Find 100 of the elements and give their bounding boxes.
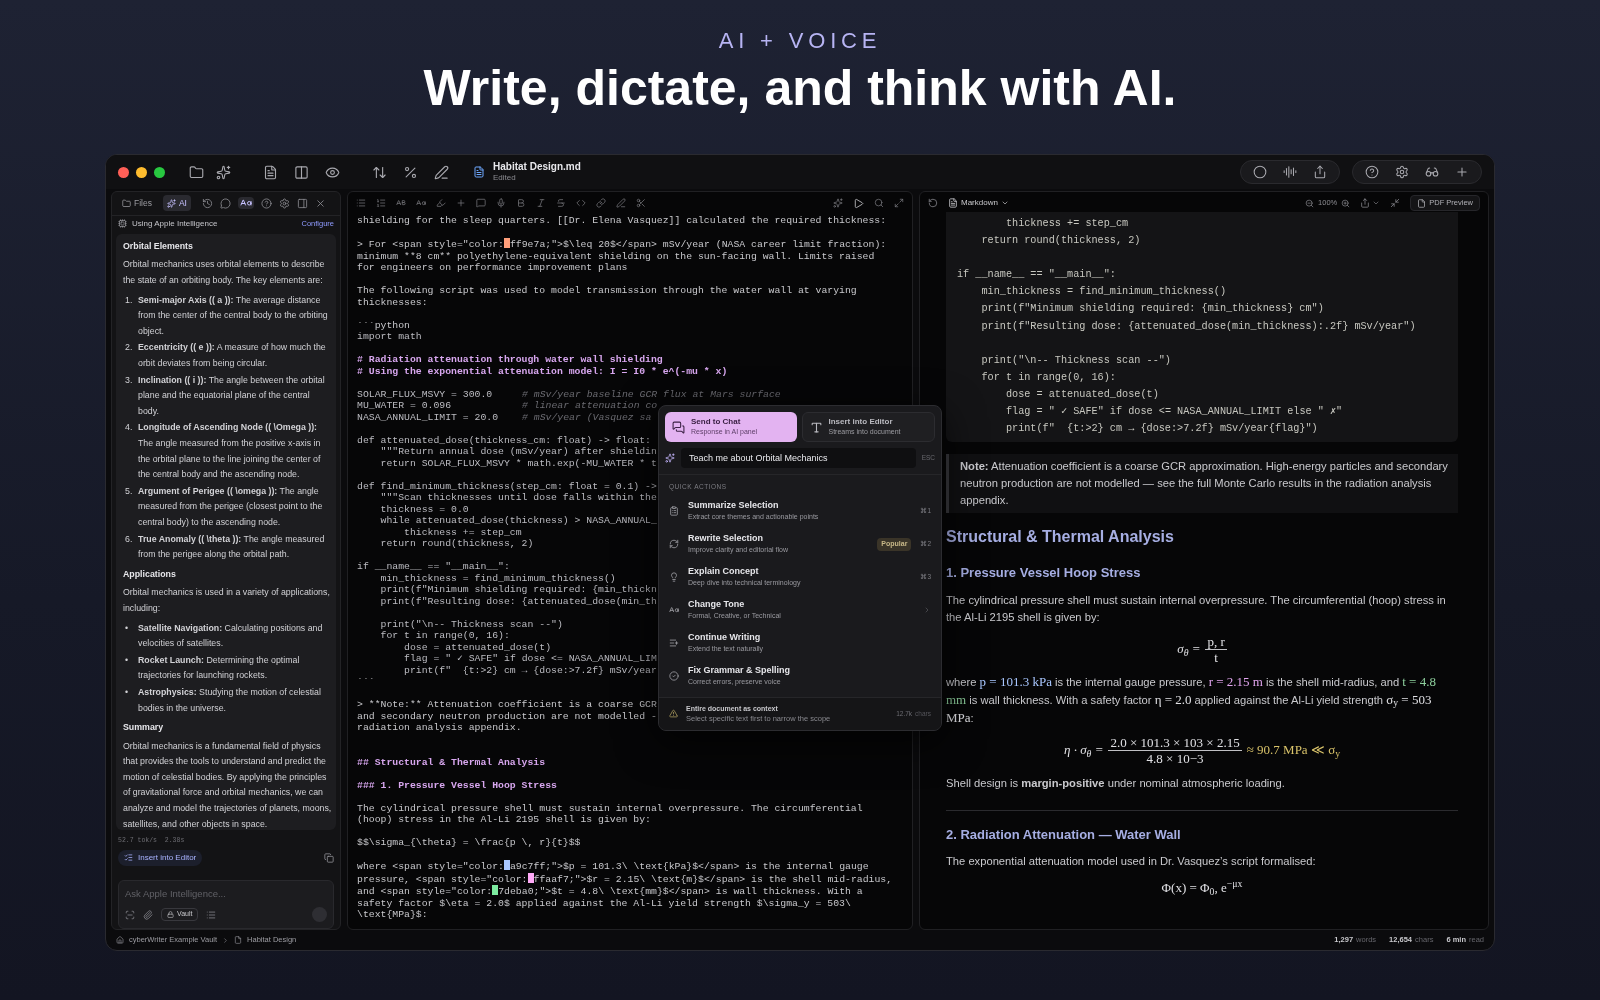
- list-marker: •: [125, 685, 130, 699]
- paperclip-icon[interactable]: [143, 909, 153, 920]
- link-icon[interactable]: [596, 198, 606, 208]
- list-item-text: Astrophysics: Studying the motion of celestial bodies in the universe.: [138, 685, 322, 715]
- share-icon[interactable]: [1313, 165, 1327, 179]
- code-line: def attenuated_dose(thickness_cm: float) -> float:: [357, 434, 651, 446]
- highlighter-icon[interactable]: [436, 198, 446, 208]
- comment-icon[interactable]: [476, 198, 486, 208]
- preview-paragraph: The exponential attenuation model used in Dr. Vasquez’s script formalised:: [946, 854, 1317, 870]
- plus-icon[interactable]: [1455, 165, 1469, 179]
- italic-icon[interactable]: [536, 198, 546, 208]
- eye-icon[interactable]: [325, 164, 340, 180]
- play-icon[interactable]: [853, 197, 864, 209]
- bold-icon[interactable]: [516, 198, 526, 208]
- document-title: Habitat Design.md: [493, 161, 581, 172]
- copy-icon[interactable]: [324, 852, 334, 863]
- zoom-in-icon[interactable]: [1341, 198, 1351, 208]
- sparkles-icon[interactable]: [216, 164, 231, 180]
- code-line: print("\n-- Thickness scan --"): [980, 353, 1171, 368]
- text-style-button[interactable]: [238, 197, 254, 210]
- list-icon[interactable]: [206, 909, 217, 920]
- code-line: dose = attenuated_dose(t): [1004, 387, 1159, 402]
- percent-icon[interactable]: [403, 164, 418, 180]
- zoom-out-icon[interactable]: [1305, 198, 1315, 208]
- history-icon[interactable]: [202, 197, 213, 209]
- pen-icon[interactable]: [434, 164, 449, 180]
- code-line: if __name__ == "__main__":: [957, 268, 1116, 283]
- search-icon[interactable]: [874, 198, 884, 208]
- expand-icon[interactable]: [894, 198, 904, 208]
- share-icon[interactable]: [1360, 198, 1371, 208]
- numbered-list-icon[interactable]: [376, 198, 386, 208]
- zoom-button[interactable]: [154, 166, 165, 178]
- audio-icon[interactable]: [1283, 165, 1297, 179]
- code-line: return SOLAR_FLUX_MSVY * math.exp(-MU_WATER * t: [379, 457, 657, 469]
- panel-tab[interactable]: AI: [162, 195, 191, 212]
- panel-tab[interactable]: Files: [118, 195, 156, 212]
- list-item-text: Satellite Navigation: Calculating positions and velocities of satellites.: [138, 621, 324, 651]
- code-line: while attenuated_dose(thickness) > NASA_ANNUAL_: [379, 515, 657, 527]
- subsection-heading: 2. Radiation Attenuation — Water Wall: [946, 825, 1182, 844]
- editor-line: where <span style="color: a9c7ff;">$p = 101.3\ \text{kPa}$</span> is the internal gauge: [357, 860, 869, 873]
- split-view-icon[interactable]: [294, 164, 309, 180]
- code-icon[interactable]: [576, 198, 586, 208]
- code-comment: # linear attenuation co: [522, 400, 658, 412]
- code-line: print(f"Minimum shielding required: {min_thickn: [379, 584, 657, 596]
- list-marker: 6.: [125, 532, 134, 546]
- list-marker: •: [125, 621, 130, 635]
- list-marker: 4.: [125, 421, 134, 435]
- home-icon[interactable]: [116, 936, 124, 944]
- uppercase-icon[interactable]: [396, 198, 406, 208]
- code-line: print("\n-- Thickness scan --"): [379, 618, 563, 630]
- settings-icon[interactable]: [279, 197, 290, 209]
- collapse-icon[interactable]: [1390, 198, 1401, 208]
- chevron-down-icon[interactable]: [1372, 199, 1381, 207]
- microphone-icon[interactable]: [496, 198, 506, 208]
- case-icon[interactable]: [416, 198, 426, 208]
- editor-line: and <span style="color: 7deba0;">$t = 4.8\ \text{mm}$</span> is wall thickness. With a: [357, 885, 863, 898]
- chat-bubbles-icon: [672, 420, 685, 434]
- code-line: return round(thickness, 2): [980, 234, 1141, 249]
- strikethrough-icon[interactable]: [556, 198, 566, 208]
- circle-icon[interactable]: [1253, 165, 1267, 179]
- mode-dropdown[interactable]: Markdown: [948, 197, 1009, 209]
- editor-line: The cylindrical pressure shell must sustain internal overpressure. The circumferential: [357, 802, 863, 814]
- glasses-icon[interactable]: [1425, 165, 1439, 179]
- editor-line: The following script was used to model transmission through the water wall at varying: [357, 285, 857, 297]
- document-icon[interactable]: [263, 164, 278, 180]
- close-button[interactable]: [118, 166, 129, 178]
- list-marker: •: [125, 653, 130, 667]
- chat-icon[interactable]: [220, 197, 231, 209]
- list-marker: 3.: [125, 373, 134, 387]
- editor-line: shielding for the sleep quarters. [[Dr. Elena Vasquez]] calculated the required thickness:: [357, 215, 887, 227]
- chevron-right-icon: [923, 606, 931, 615]
- markdown-heading: # Radiation attenuation through water wall shielding: [357, 354, 663, 366]
- response-heading: Summary: [123, 721, 165, 735]
- clipboard-icon: [669, 506, 679, 517]
- code-line: import math: [357, 331, 422, 343]
- prompt-field[interactable]: Teach me about Orbital Mechanics: [681, 448, 916, 468]
- folder-icon[interactable]: [189, 164, 204, 180]
- list-item-text: Longitude of Ascending Node (( \Omega )): The angle measured from the positive x-axis in the orbital plane to the line joining the center of the central body and the ascending node.: [138, 421, 322, 482]
- sort-icon[interactable]: [372, 164, 387, 180]
- insert-into-editor-button[interactable]: Insert into Editor: [118, 849, 203, 866]
- code-line: thickness = 0.0: [379, 503, 469, 515]
- code-line: min_thickness = find_minimum_thickness(): [379, 572, 616, 584]
- minimize-button[interactable]: [136, 166, 147, 178]
- editor-line: > For <span style="color: ff9e7a;">$\leq 20$</span> mSv/year (NASA career limit fraction):: [357, 238, 887, 251]
- scissors-icon[interactable]: [636, 198, 646, 208]
- undo-icon[interactable]: [928, 198, 938, 208]
- check-circle-icon: [669, 671, 679, 682]
- code-line: print(f" {t:>2} cm → {dose:>7.2f} mSv/year{flag}"): [1004, 422, 1318, 437]
- response-paragraph: Orbital mechanics is a fundamental field of physics that provides the tools to understand and predict the motion of celestial bodies. By applying the principles of gravitational force and orbital mechanics, we can analyze and model the trajectories of planets, moons, satellites, and other objects in space.: [123, 739, 332, 830]
- eyebrow-label: AI + VOICE: [718, 27, 882, 55]
- response-paragraph: Orbital mechanics uses orbital elements to describe the state of an orbiting body. The key elements are:: [123, 258, 326, 288]
- code-line: print(f" {t:>2} cm → {dose:>7.2f} mSv/year: [403, 664, 657, 676]
- help-icon[interactable]: [1365, 165, 1379, 179]
- close-icon[interactable]: [315, 197, 326, 209]
- panel-icon[interactable]: [297, 197, 308, 209]
- scan-icon[interactable]: [125, 909, 135, 920]
- plus-icon[interactable]: [456, 198, 466, 208]
- help-icon[interactable]: [261, 197, 272, 209]
- settings-icon[interactable]: [1395, 165, 1409, 179]
- editor-line: and secondary neutron production are not modelled -: [357, 710, 657, 722]
